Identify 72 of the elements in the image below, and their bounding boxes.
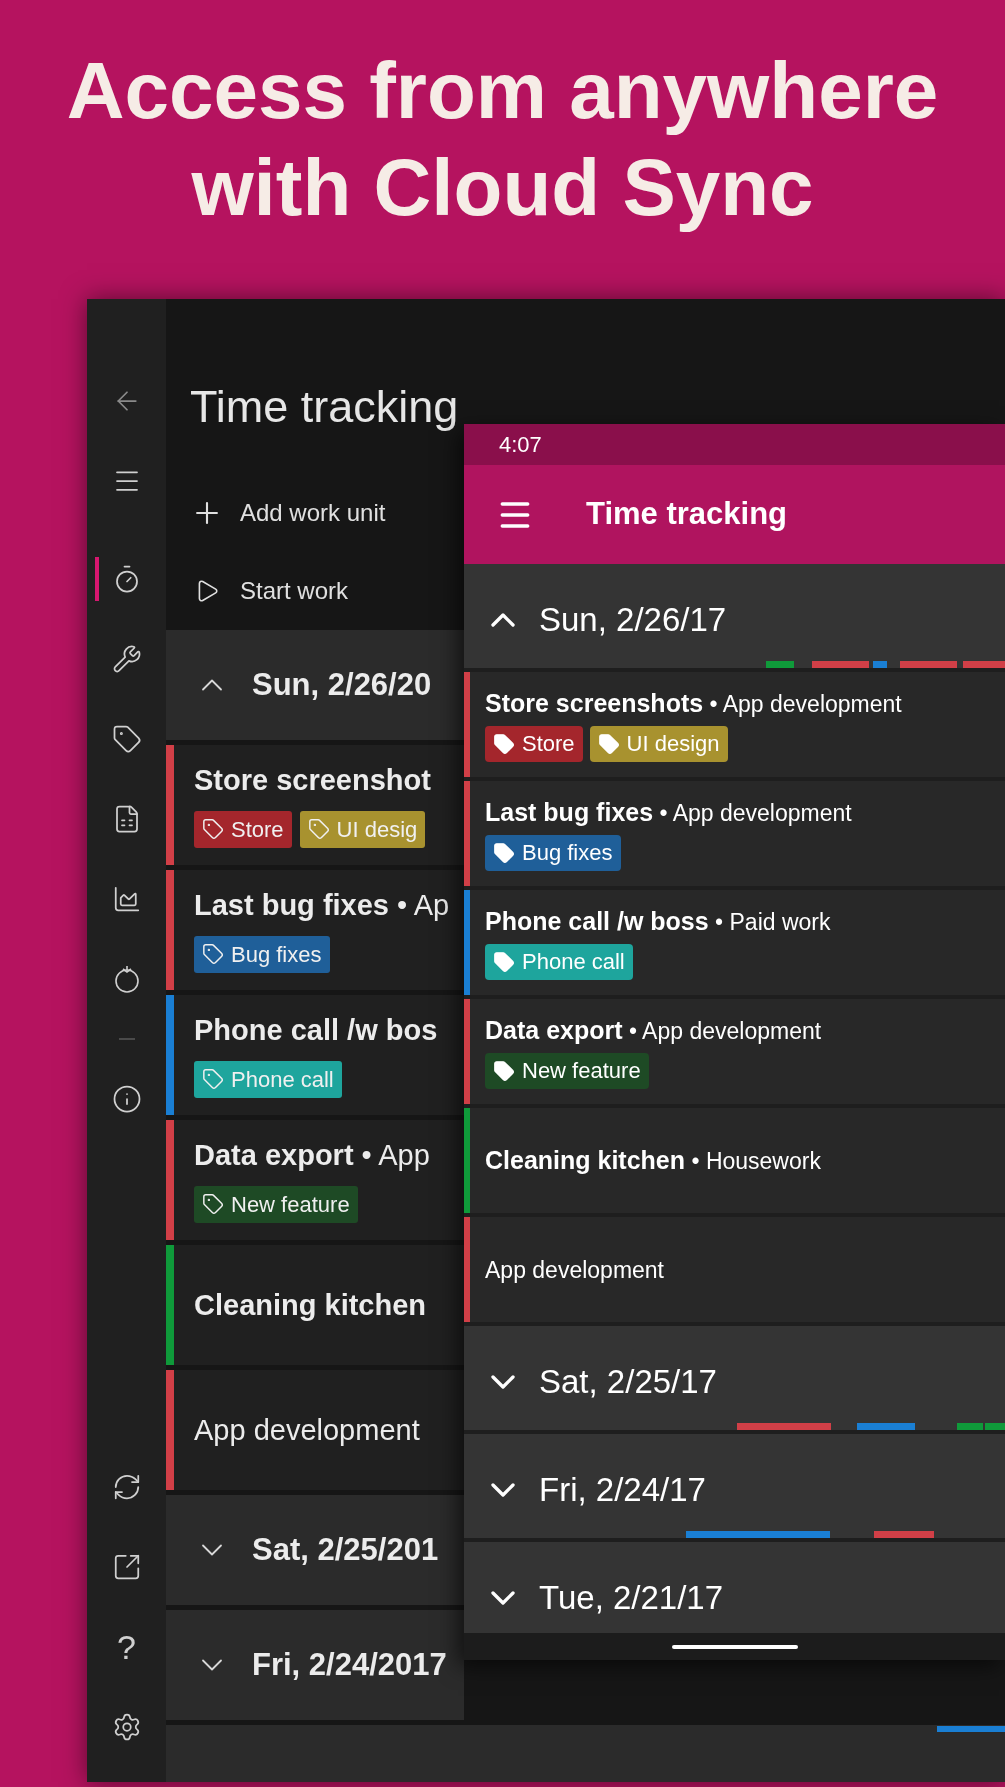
entry-title: Last bug fixes • Ap — [194, 887, 450, 922]
tag-chip: Store — [194, 810, 292, 848]
work-entry[interactable]: Store screenshots • App development Store UI design — [464, 672, 1005, 777]
day-header[interactable]: Sun, 2/26/20 — [166, 630, 464, 740]
home-indicator[interactable] — [671, 1644, 798, 1649]
work-entry[interactable]: Data export • App New feature — [166, 1120, 464, 1240]
entry-title: Store screenshots • App development — [485, 687, 902, 719]
headline: with Cloud Sync — [191, 142, 814, 234]
tag-chip: Phone call — [194, 1060, 342, 1098]
day-header[interactable]: Sat, 2/25/201 — [166, 1495, 464, 1605]
day-header[interactable]: Tue, 2/21/17 — [464, 1542, 1005, 1633]
day-label: Fri, 2/24/17 — [539, 1470, 706, 1510]
tag-icon — [307, 818, 330, 840]
tag-chip: UI desig — [299, 810, 426, 848]
page-title: Time tracking — [190, 381, 459, 432]
day-label: Sat, 2/25/17 — [539, 1362, 717, 1402]
tag-icon — [202, 818, 224, 840]
entry-title: App development — [194, 1413, 420, 1447]
tag-chip: New feature — [194, 1185, 358, 1223]
work-entry[interactable]: Store screenshot Store UI desig — [166, 745, 464, 865]
work-entry[interactable]: Data export • App development New feature — [464, 999, 1005, 1104]
tag-chip: Bug fixes — [194, 935, 330, 973]
entry-title: App development — [485, 1255, 664, 1285]
tag-icon — [493, 841, 515, 864]
work-entry[interactable]: Last bug fixes • App development Bug fixes — [464, 781, 1005, 886]
tag-icon — [202, 1068, 224, 1090]
day-label: Sun, 2/26/20 — [252, 665, 432, 704]
work-entry[interactable]: Cleaning kitchen • Housework — [464, 1108, 1005, 1213]
tag-icon — [493, 950, 515, 973]
tag-icon — [202, 943, 224, 965]
day-label: Sat, 2/25/201 — [252, 1530, 439, 1569]
tag-icon — [493, 732, 515, 755]
day-label: Fri, 2/24/2017 — [252, 1645, 447, 1684]
tag-icon — [202, 1193, 224, 1215]
sidebar-item[interactable]: ? — [87, 1607, 166, 1687]
app-title: Time tracking — [586, 495, 787, 534]
timeline-drawing — [937, 1726, 1005, 1732]
entry-title: Cleaning kitchen • Housework — [485, 1145, 821, 1176]
work-entry[interactable]: App development — [166, 1370, 464, 1490]
entry-title: Phone call /w boss • Paid work — [485, 905, 831, 937]
entry-title: Phone call /w bos — [194, 1012, 438, 1047]
entry-title: Data export • App — [194, 1137, 430, 1172]
wrench-icon — [111, 644, 142, 674]
day-label: Tue, 2/21/17 — [539, 1578, 724, 1618]
work-entry[interactable]: Phone call /w boss • Paid work Phone call — [464, 890, 1005, 995]
day-header[interactable]: Fri, 2/24/2017 — [166, 1610, 464, 1720]
tag-chip: New feature — [485, 1052, 649, 1089]
headline: Access from anywhere — [66, 45, 939, 137]
command-button[interactable]: Start work — [166, 573, 349, 609]
day-label: Sun, 2/26/17 — [539, 600, 727, 640]
command-button[interactable]: Add work unit — [166, 495, 386, 531]
tag-chip: Bug fixes — [485, 834, 621, 871]
status-time: 4:07 — [499, 431, 542, 459]
tag-icon — [493, 1059, 515, 1082]
day-header[interactable]: Sun, 2/26/17 — [464, 564, 1005, 668]
day-header[interactable]: Fri, 2/24/17 — [464, 1434, 1005, 1538]
entry-title: Last bug fixes • App development — [485, 796, 852, 828]
tag-chip: UI design — [589, 725, 728, 762]
help-glyph: ? — [117, 1629, 136, 1665]
entry-title: Data export • App development — [485, 1014, 822, 1046]
tag-icon — [111, 724, 142, 754]
work-entry[interactable]: Phone call /w bos Phone call — [166, 995, 464, 1115]
tag-icon — [597, 732, 620, 755]
work-entry[interactable]: Cleaning kitchen — [166, 1245, 464, 1365]
day-header[interactable]: Sat, 2/25/17 — [464, 1326, 1005, 1430]
work-entry[interactable]: Last bug fixes • Ap Bug fixes — [166, 870, 464, 990]
tag-chip: Store — [485, 725, 583, 762]
info-icon — [111, 1084, 142, 1114]
tag-chip: Phone call — [485, 943, 633, 980]
work-entry[interactable]: App development — [464, 1217, 1005, 1322]
entry-title: Cleaning kitchen — [194, 1288, 427, 1322]
entry-title: Store screenshot — [194, 762, 431, 797]
